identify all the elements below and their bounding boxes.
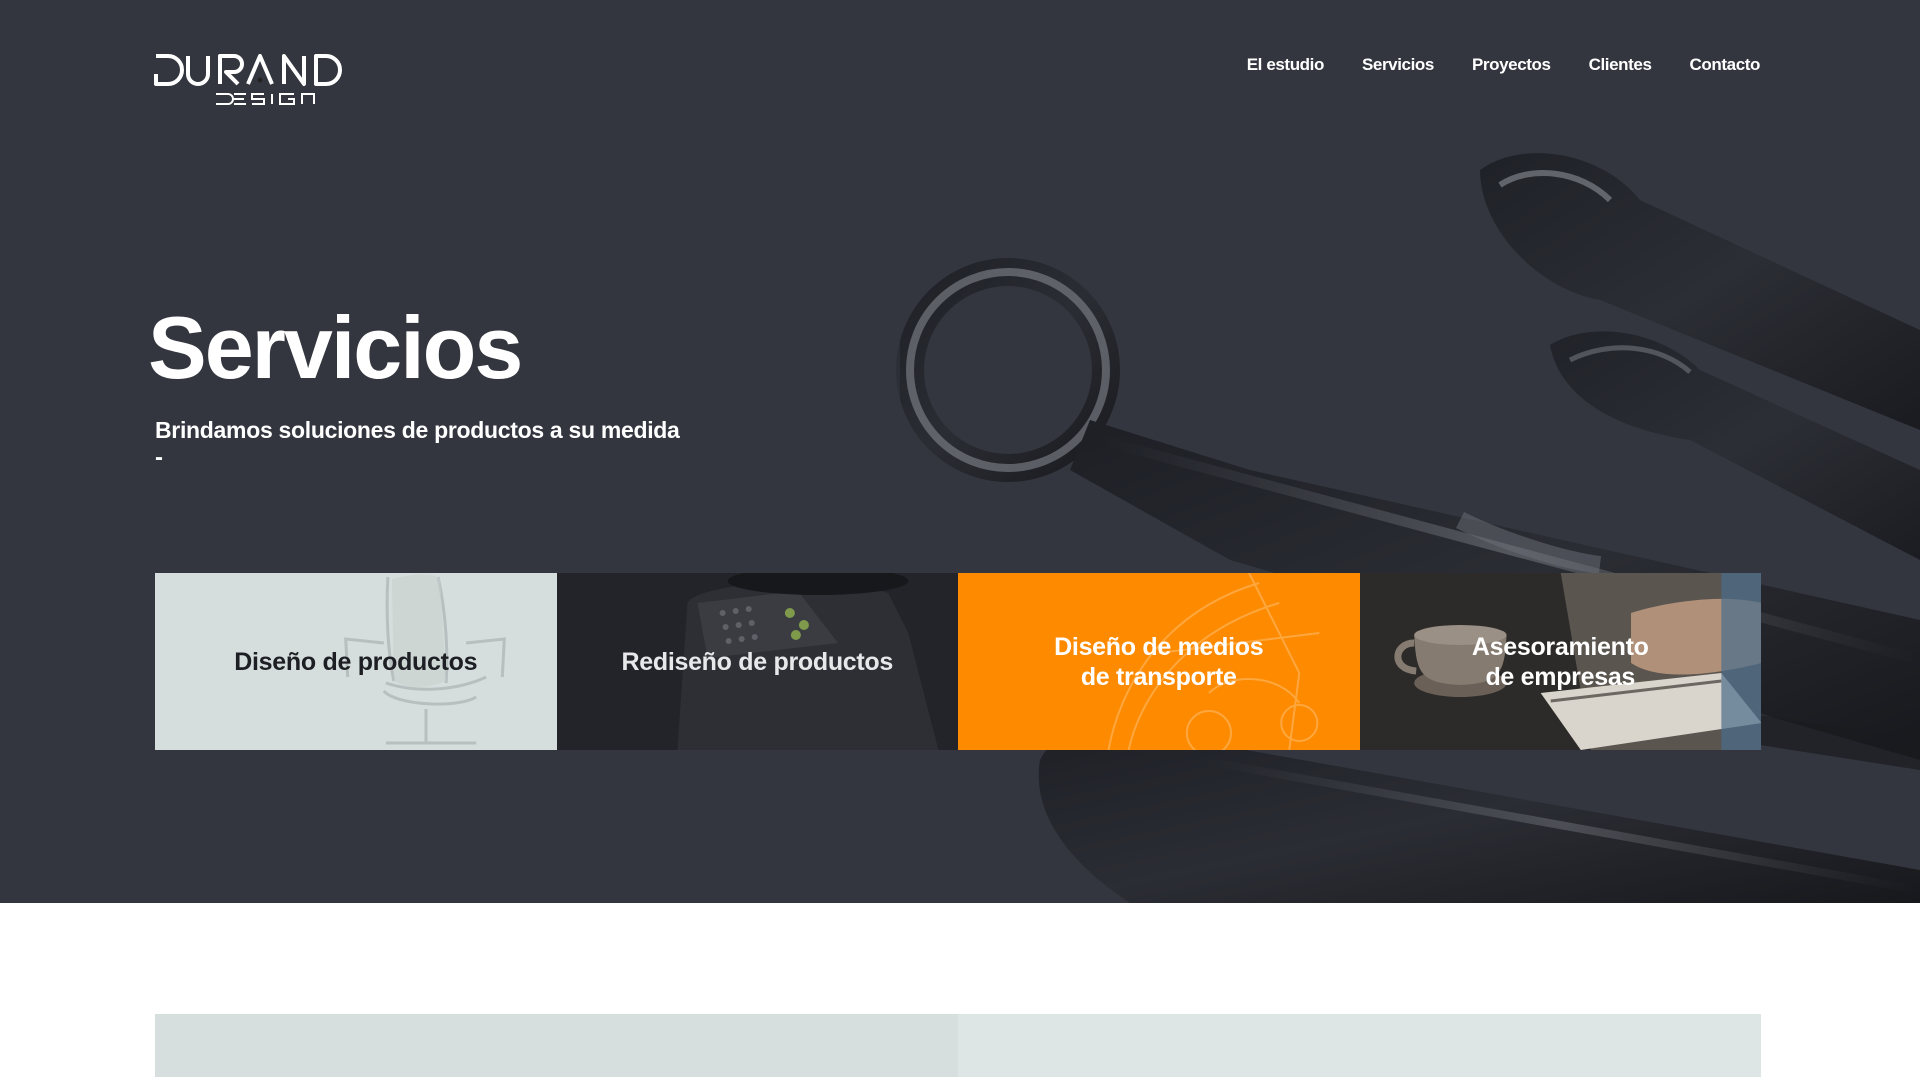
page-title: Servicios bbox=[148, 298, 523, 397]
lower-panel-right bbox=[958, 1014, 1761, 1077]
service-card-diseno-de-productos[interactable]: Diseño de productos bbox=[155, 573, 557, 750]
nav-link-clientes[interactable]: Clientes bbox=[1589, 54, 1652, 76]
service-label: Rediseño de productos bbox=[621, 647, 893, 676]
service-label: Diseño de productos bbox=[234, 647, 478, 676]
nav-link-proyectos[interactable]: Proyectos bbox=[1472, 54, 1551, 76]
nav-link-contacto[interactable]: Contacto bbox=[1690, 54, 1761, 76]
service-card-asesoramiento-de-empresas[interactable]: Asesoramiento de empresas bbox=[1359, 573, 1761, 750]
hero-section: El estudio Servicios Proyectos Clientes … bbox=[0, 0, 1920, 903]
main-navigation: El estudio Servicios Proyectos Clientes … bbox=[1247, 54, 1761, 76]
service-card-rediseno-de-productos[interactable]: Rediseño de productos bbox=[556, 573, 958, 750]
lower-content-panel bbox=[155, 1014, 1761, 1077]
durand-design-logo[interactable] bbox=[154, 52, 348, 110]
page-subtitle: Brindamos soluciones de productos a su m… bbox=[155, 417, 680, 443]
wrenches-background-image bbox=[0, 0, 1920, 903]
service-label: Asesoramiento de empresas bbox=[1471, 632, 1649, 691]
subtitle-dash: - bbox=[155, 444, 163, 471]
service-label: Diseño de medios de transporte bbox=[1054, 632, 1264, 691]
nav-link-el-estudio[interactable]: El estudio bbox=[1247, 54, 1325, 76]
services-grid: Diseño de productos Rediseño de producto… bbox=[155, 573, 1761, 750]
service-card-diseno-de-medios-de-transporte[interactable]: Diseño de medios de transporte bbox=[958, 573, 1360, 750]
nav-link-servicios[interactable]: Servicios bbox=[1362, 54, 1434, 76]
lower-panel-left bbox=[155, 1014, 958, 1077]
